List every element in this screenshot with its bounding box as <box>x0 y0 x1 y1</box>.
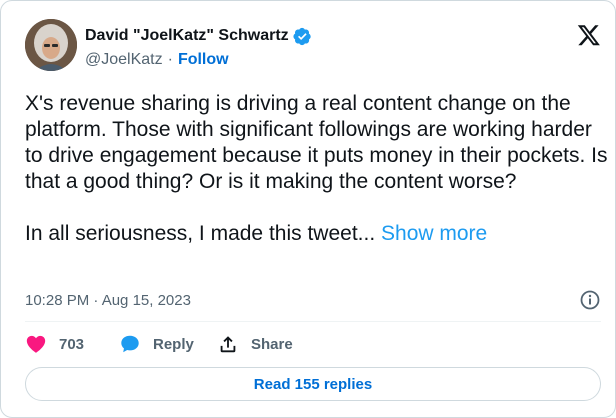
timestamp[interactable]: 10:28 PM · Aug 15, 2023 <box>25 292 191 309</box>
tweet-body: X's revenue sharing is driving a real co… <box>25 92 608 245</box>
tweet-header: David "JoelKatz" Schwartz @JoelKatz · Fo… <box>25 19 601 75</box>
follow-button[interactable]: Follow <box>178 51 229 69</box>
speech-bubble-icon <box>119 333 141 355</box>
verified-badge-icon <box>293 27 312 46</box>
handle-separator: · <box>167 51 173 68</box>
divider <box>25 321 601 322</box>
user-info: David "JoelKatz" Schwartz @JoelKatz · Fo… <box>85 25 312 71</box>
share-button[interactable]: Share <box>217 333 293 355</box>
display-name[interactable]: David "JoelKatz" Schwartz <box>85 27 289 45</box>
read-replies-button[interactable]: Read 155 replies <box>25 367 601 401</box>
read-replies-label: Read 155 replies <box>253 375 373 393</box>
tweet-meta: 10:28 PM · Aug 15, 2023 <box>25 289 601 311</box>
handle[interactable]: @JoelKatz <box>85 51 163 69</box>
action-bar: 703 Reply Share <box>25 331 293 357</box>
heart-icon <box>25 333 47 355</box>
show-more-link[interactable]: Show more <box>381 222 487 245</box>
tweet-text: X's revenue sharing is driving a real co… <box>25 91 611 247</box>
name-row: David "JoelKatz" Schwartz <box>85 25 312 47</box>
avatar[interactable] <box>25 19 77 71</box>
share-label: Share <box>251 335 293 353</box>
handle-row: @JoelKatz · Follow <box>85 49 312 71</box>
like-count: 703 <box>59 335 85 353</box>
like-button[interactable]: 703 <box>25 333 119 355</box>
tweet-card: David "JoelKatz" Schwartz @JoelKatz · Fo… <box>0 0 616 418</box>
avatar-photo <box>25 19 77 71</box>
info-icon[interactable] <box>579 289 601 311</box>
reply-label: Reply <box>153 335 194 353</box>
reply-button[interactable]: Reply <box>119 333 217 355</box>
share-upload-icon <box>217 333 239 355</box>
x-logo-icon[interactable] <box>577 23 601 47</box>
